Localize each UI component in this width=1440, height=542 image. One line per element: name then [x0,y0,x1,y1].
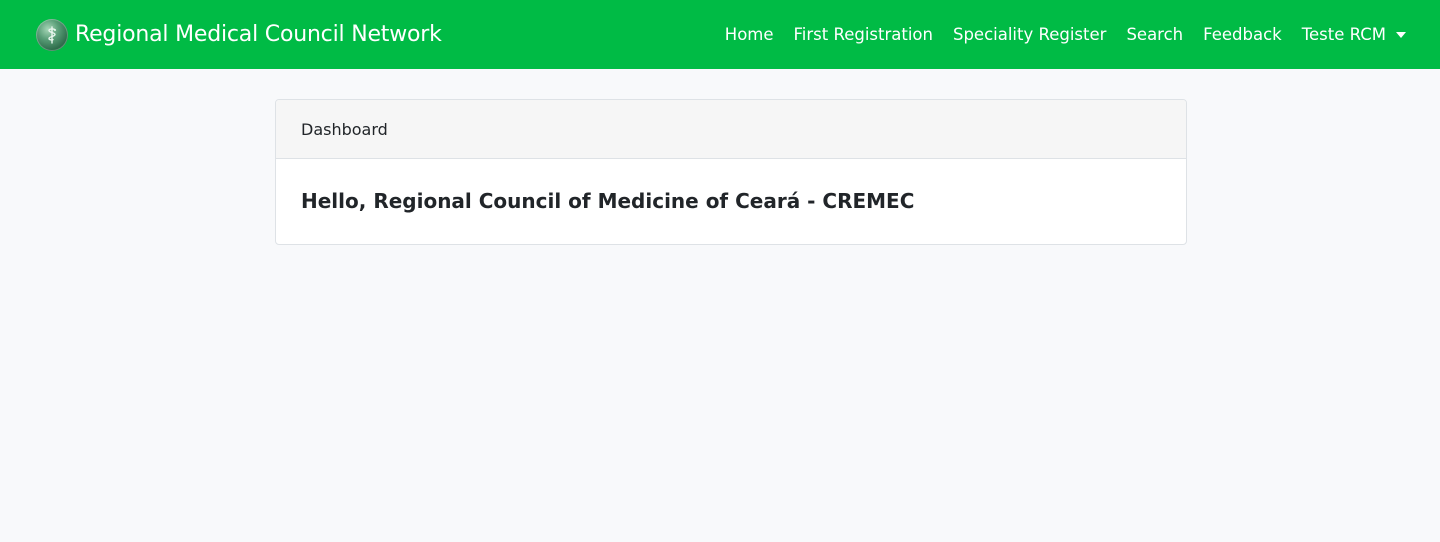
brand-title: Regional Medical Council Network [75,22,442,47]
brand-link[interactable]: Regional Medical Council Network [36,18,442,51]
main-content: Dashboard Hello, Regional Council of Med… [275,99,1187,245]
medical-caduceus-icon [36,18,68,51]
nav-first-registration-link[interactable]: First Registration [784,0,943,69]
dashboard-card-header: Dashboard [276,100,1186,159]
chevron-down-icon [1396,32,1406,38]
nav-home-link[interactable]: Home [725,0,784,69]
dashboard-card-body: Hello, Regional Council of Medicine of C… [276,159,1186,244]
dashboard-card: Dashboard Hello, Regional Council of Med… [275,99,1187,245]
main-nav: Home First Registration Speciality Regis… [725,0,1416,69]
user-menu-label: Teste RCM [1301,25,1386,44]
nav-feedback-link[interactable]: Feedback [1193,0,1292,69]
top-navbar: Regional Medical Council Network Home Fi… [0,0,1440,69]
nav-search-link[interactable]: Search [1116,0,1193,69]
user-menu-dropdown[interactable]: Teste RCM [1292,0,1416,69]
nav-speciality-register-link[interactable]: Speciality Register [943,0,1116,69]
greeting-text: Hello, Regional Council of Medicine of C… [301,188,915,213]
